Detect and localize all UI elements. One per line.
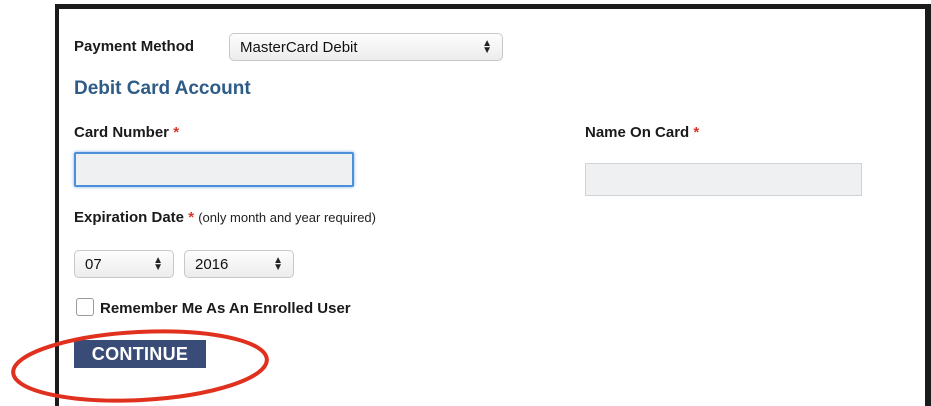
required-asterisk: * — [188, 209, 195, 226]
select-arrows-icon: ▲ ▼ — [153, 255, 163, 273]
select-arrows-icon: ▲ ▼ — [482, 38, 492, 56]
expiration-month-select[interactable]: 07 ▲ ▼ — [74, 250, 174, 278]
expiration-date-label: Expiration Date * (only month and year r… — [74, 209, 376, 226]
screenshot-stage: Payment Method MasterCard Debit ▲ ▼ Debit… — [0, 0, 931, 406]
remember-me-checkbox[interactable] — [76, 298, 94, 316]
window-frame-left — [55, 4, 59, 406]
remember-me-label: Remember Me As An Enrolled User — [100, 300, 351, 317]
expiration-note: (only month and year required) — [198, 210, 376, 225]
card-number-label: Card Number * — [74, 124, 179, 141]
payment-method-select[interactable]: MasterCard Debit ▲ ▼ — [229, 33, 503, 61]
payment-method-label-text: Payment Method — [74, 38, 195, 55]
expiration-month-value: 07 — [85, 255, 102, 273]
required-asterisk: * — [173, 124, 180, 141]
card-number-label-text: Card Number — [74, 124, 170, 141]
payment-method-value: MasterCard Debit — [240, 38, 358, 56]
card-number-field[interactable] — [74, 152, 354, 187]
continue-button[interactable]: CONTINUE — [74, 340, 206, 368]
expiration-year-value: 2016 — [195, 255, 229, 273]
expiration-date-label-text: Expiration Date — [74, 209, 185, 226]
required-asterisk: * — [693, 124, 700, 141]
window-frame-right — [925, 4, 931, 406]
window-frame-top — [58, 4, 931, 9]
expiration-year-select[interactable]: 2016 ▲ ▼ — [184, 250, 294, 278]
section-title: Debit Card Account — [74, 78, 251, 99]
select-arrows-icon: ▲ ▼ — [273, 255, 283, 273]
payment-method-label: Payment Method — [74, 38, 194, 55]
name-on-card-label-text: Name On Card — [585, 124, 690, 141]
name-on-card-label: Name On Card * — [585, 124, 699, 141]
name-on-card-field[interactable] — [585, 163, 862, 196]
